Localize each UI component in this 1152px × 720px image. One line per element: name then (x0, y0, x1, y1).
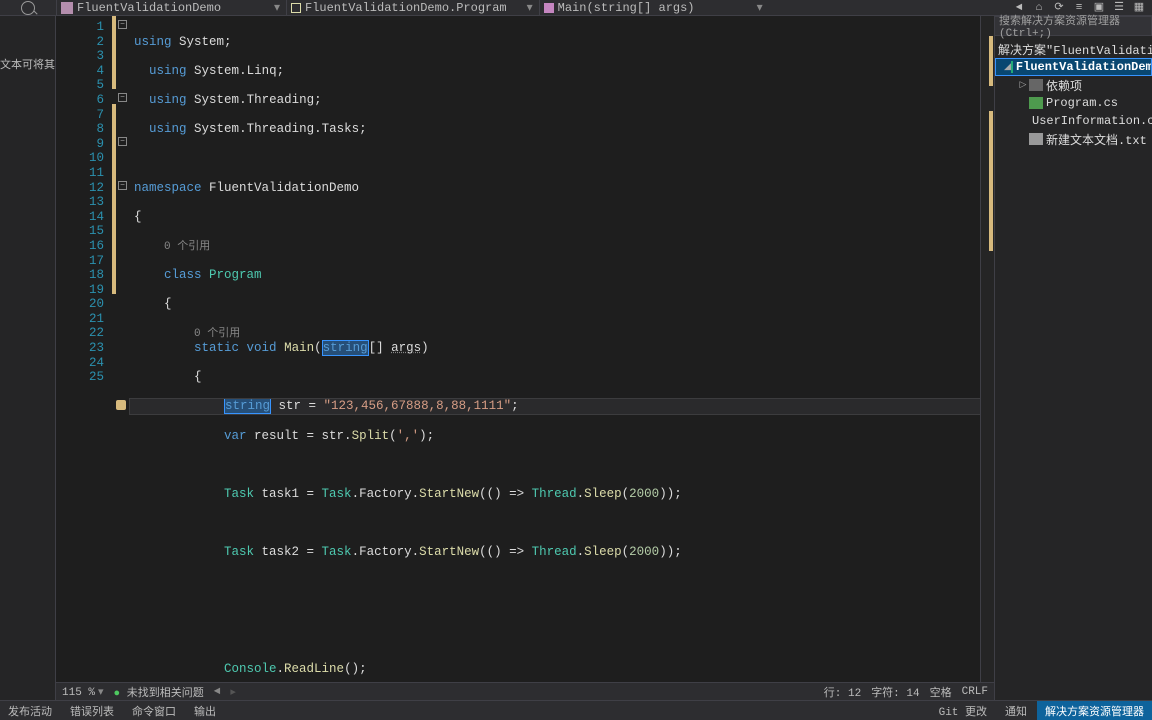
tab-command[interactable]: 命令窗口 (124, 701, 184, 720)
tree-file-userinfo[interactable]: UserInformation.cs (995, 112, 1152, 130)
crumb-file[interactable]: FluentValidationDemo ▾ (56, 0, 286, 15)
crumb-method[interactable]: Main(string[] args) ▾ (539, 0, 769, 15)
nav-back-icon[interactable]: ◄ (214, 686, 221, 698)
nav-fwd-icon[interactable]: ▸ (230, 685, 236, 699)
editor-status-bar: 115 % ● 未找到相关问题 ◄ ▸ 行: 12 字符: 14 空格 CRLF (56, 682, 994, 700)
line-gutter: 1234567891011121314151617181920212223242… (56, 16, 112, 682)
collapse-icon[interactable]: ◢ (1004, 62, 1011, 72)
class-icon (291, 3, 301, 13)
status-indent[interactable]: 空格 (930, 684, 952, 700)
fold-toggle[interactable]: − (118, 93, 127, 102)
txt-file-icon (1029, 133, 1043, 145)
tab-output[interactable]: 输出 (186, 701, 224, 720)
top-left-tools (0, 1, 56, 15)
issues-indicator[interactable]: ● 未找到相关问题 (114, 684, 204, 700)
main-body: 文本可将其 1234567891011121314151617181920212… (0, 16, 1152, 700)
lightbulb-icon[interactable] (116, 400, 126, 410)
fold-column[interactable]: − − − − (116, 16, 130, 682)
codelens-references[interactable]: 0 个引用 (164, 241, 210, 253)
overview-ruler[interactable] (980, 16, 994, 682)
solution-search-placeholder: 搜索解决方案资源管理器(Ctrl+;) (999, 12, 1147, 40)
fold-toggle[interactable]: − (118, 20, 127, 29)
zoom-level[interactable]: 115 % (62, 685, 104, 699)
tab-notifications[interactable]: 通知 (997, 701, 1035, 720)
fold-toggle[interactable]: − (118, 181, 127, 190)
expand-icon[interactable]: ▷ (1017, 80, 1029, 90)
tab-gitchanges[interactable]: Git 更改 (931, 701, 995, 720)
solution-tree[interactable]: 解决方案"FluentValidationDemo" ◢FluentValida… (995, 36, 1152, 700)
code-area[interactable]: using System; using System.Linq; using S… (130, 16, 980, 682)
crumb-class-label: FluentValidationDemo.Program (305, 1, 507, 15)
solution-explorer[interactable]: 解决方案"FluentValidationDemo" ◢FluentValida… (994, 16, 1152, 700)
method-icon (544, 3, 554, 13)
toolbox-hint: 文本可将其 (0, 56, 55, 72)
tree-project[interactable]: ◢FluentValidationDemo (995, 58, 1152, 76)
csharp-file-icon (61, 2, 73, 14)
codelens-references[interactable]: 0 个引用 (194, 328, 240, 340)
chevron-down-icon[interactable]: ▾ (507, 0, 533, 15)
toolbox-panel[interactable]: 文本可将其 (0, 16, 56, 700)
tree-solution[interactable]: 解决方案"FluentValidationDemo" (995, 40, 1152, 58)
bottom-tab-bar: 发布活动 错误列表 命令窗口 输出 Git 更改 通知 解决方案资源管理器 (0, 700, 1152, 720)
tab-publish[interactable]: 发布活动 (0, 701, 60, 720)
cs-file-icon (1029, 97, 1043, 109)
solution-search-input[interactable]: 搜索解决方案资源管理器(Ctrl+;) (994, 16, 1152, 36)
current-line[interactable]: string str = "123,456,67888,8,88,1111"; (130, 399, 980, 414)
tree-file-program[interactable]: Program.cs (995, 94, 1152, 112)
crumb-file-label: FluentValidationDemo (77, 1, 221, 15)
status-col[interactable]: 字符: 14 (871, 684, 919, 700)
editor-wrap: 1234567891011121314151617181920212223242… (56, 16, 994, 700)
crumb-method-label: Main(string[] args) (558, 1, 695, 15)
status-line[interactable]: 行: 12 (824, 684, 861, 700)
dependencies-icon (1029, 79, 1043, 91)
chevron-down-icon[interactable]: ▾ (254, 0, 280, 15)
chevron-down-icon[interactable]: ▾ (737, 0, 763, 15)
fold-toggle[interactable]: − (118, 137, 127, 146)
csproj-icon (1011, 61, 1013, 73)
tab-solution-explorer[interactable]: 解决方案资源管理器 (1037, 701, 1152, 720)
status-eol[interactable]: CRLF (962, 686, 988, 698)
tree-dependencies[interactable]: ▷依赖项 (995, 76, 1152, 94)
tab-errorlist[interactable]: 错误列表 (62, 701, 122, 720)
code-editor[interactable]: 1234567891011121314151617181920212223242… (56, 16, 994, 682)
app-root: FluentValidationDemo ▾ FluentValidationD… (0, 0, 1152, 720)
search-icon[interactable] (21, 1, 35, 15)
breadcrumb-bar: FluentValidationDemo ▾ FluentValidationD… (0, 0, 1152, 16)
crumb-class[interactable]: FluentValidationDemo.Program ▾ (286, 0, 539, 15)
tree-file-txt[interactable]: 新建文本文档.txt (995, 130, 1152, 148)
